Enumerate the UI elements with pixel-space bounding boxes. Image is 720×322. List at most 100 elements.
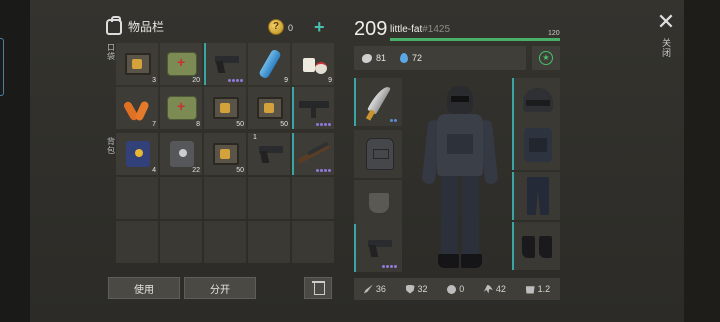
inventory-slot[interactable]	[292, 177, 334, 219]
pants-slot[interactable]	[512, 172, 560, 220]
add-coins-button[interactable]: +	[314, 17, 325, 38]
inventory-slot[interactable]: 4	[116, 133, 158, 175]
inventory-slot[interactable]	[116, 221, 158, 263]
inventory-slot[interactable]: 7	[116, 87, 158, 129]
inventory-slot[interactable]: 50	[204, 133, 246, 175]
inventory-slot[interactable]	[292, 133, 334, 175]
inventory-slot[interactable]: 50	[204, 87, 246, 129]
pocket-slot[interactable]	[354, 180, 402, 228]
inventory-slot[interactable]	[292, 87, 334, 129]
item-quantity: 50	[236, 121, 244, 128]
inventory-slot[interactable]: 8	[160, 87, 202, 129]
rarity-dots	[316, 169, 331, 172]
inventory-slot[interactable]	[248, 221, 290, 263]
smg-icon	[299, 97, 329, 119]
water-value: 72	[412, 53, 423, 63]
pills-icon	[301, 54, 327, 74]
inventory-slot[interactable]	[204, 221, 246, 263]
inventory-slot[interactable]	[160, 221, 202, 263]
item-quantity: 8	[196, 121, 200, 128]
attack-stat: 36	[363, 284, 386, 294]
carrot-icon	[123, 95, 153, 121]
weight-value: 1.2	[537, 284, 551, 294]
boots-slot[interactable]	[512, 222, 560, 270]
backpack-row	[116, 177, 334, 219]
pistol-icon	[257, 144, 283, 164]
character-boot	[461, 254, 482, 268]
rarity-dots	[382, 265, 397, 268]
body-armor-slot[interactable]	[512, 122, 560, 170]
radiation-icon	[447, 284, 457, 294]
character-leg	[462, 176, 479, 256]
inventory-slot[interactable]	[160, 177, 202, 219]
right-screen-edge	[684, 0, 720, 322]
inventory-slot[interactable]	[204, 43, 246, 85]
item-quantity: 4	[152, 167, 156, 174]
attack-icon	[363, 284, 373, 294]
side-notch	[0, 38, 4, 96]
boots-icon	[522, 236, 554, 258]
defense-value: 32	[417, 284, 428, 294]
inventory-slot[interactable]: 22	[160, 133, 202, 175]
backpack-row	[116, 221, 334, 263]
tactical-pants-icon	[527, 177, 549, 215]
pocket-row: 7 8 50 50	[116, 87, 334, 129]
speed-stat: 42	[483, 284, 506, 294]
pistol-icon	[213, 54, 239, 74]
inventory-grid: 3 20 9 9 7 8 50 50 4 22 50 1	[116, 43, 334, 265]
item-quantity: 50	[280, 121, 288, 128]
pocket-label: 口袋	[107, 43, 115, 61]
book-icon	[213, 143, 239, 165]
close-icon[interactable]: ✕	[654, 10, 678, 34]
trash-icon[interactable]	[304, 277, 332, 299]
star-badge-icon: ★	[539, 51, 553, 65]
backpack-label: 背包	[107, 137, 115, 155]
melee-weapon-slot[interactable]	[354, 78, 402, 126]
inventory-screen: 物品栏 ? 0 + 口袋 背包 3 20 9 9 7 8 50 50 4 22 …	[0, 0, 720, 322]
inventory-slot[interactable]: 50	[248, 87, 290, 129]
inventory-slot[interactable]: 1	[248, 133, 290, 175]
book-icon	[213, 97, 239, 119]
item-quantity: 7	[152, 121, 156, 128]
inventory-slot[interactable]: 9	[248, 43, 290, 85]
inventory-slot[interactable]: 20	[160, 43, 202, 85]
machete-icon	[364, 84, 394, 120]
backpack-icon	[106, 15, 122, 35]
helmet-slot[interactable]	[512, 78, 560, 126]
inventory-slot[interactable]	[248, 177, 290, 219]
tactical-vest-icon	[524, 128, 552, 162]
item-quantity: 9	[284, 77, 288, 84]
coin-icon: ?	[268, 19, 284, 35]
sidearm-slot[interactable]	[354, 224, 402, 272]
inventory-slot[interactable]: 3	[116, 43, 158, 85]
riot-helmet-icon	[523, 88, 553, 112]
backpack-slot[interactable]	[354, 130, 402, 178]
use-button[interactable]: 使用	[108, 277, 180, 299]
inventory-slot[interactable]: 9	[292, 43, 334, 85]
pocket-icon	[369, 193, 389, 213]
inventory-slot[interactable]	[204, 177, 246, 219]
backpack-row: 4 22 50 1	[116, 133, 334, 175]
item-quantity: 3	[152, 77, 156, 84]
coin-count: 0	[288, 23, 294, 33]
split-button[interactable]: 分开	[184, 277, 256, 299]
character-boot	[438, 254, 459, 268]
inventory-slot[interactable]	[116, 177, 158, 219]
character-leg	[441, 176, 458, 256]
character-head	[447, 86, 473, 114]
rarity-dots	[316, 123, 331, 126]
item-quantity: 20	[192, 77, 200, 84]
toxic-stat: 0	[447, 284, 464, 294]
favorite-button[interactable]: ★	[532, 46, 560, 70]
canned-food-icon	[126, 141, 150, 167]
book-icon	[257, 97, 283, 119]
inventory-slot[interactable]	[292, 221, 334, 263]
defense-stat: 32	[405, 284, 428, 294]
close-label[interactable]: 关闭	[662, 38, 672, 58]
survival-stats: 81 72	[354, 46, 526, 70]
water-drop-icon	[400, 53, 409, 63]
xp-bar	[390, 38, 560, 41]
stomach-icon	[362, 53, 372, 63]
water-bottle-icon	[258, 48, 282, 80]
item-quantity: 50	[236, 167, 244, 174]
